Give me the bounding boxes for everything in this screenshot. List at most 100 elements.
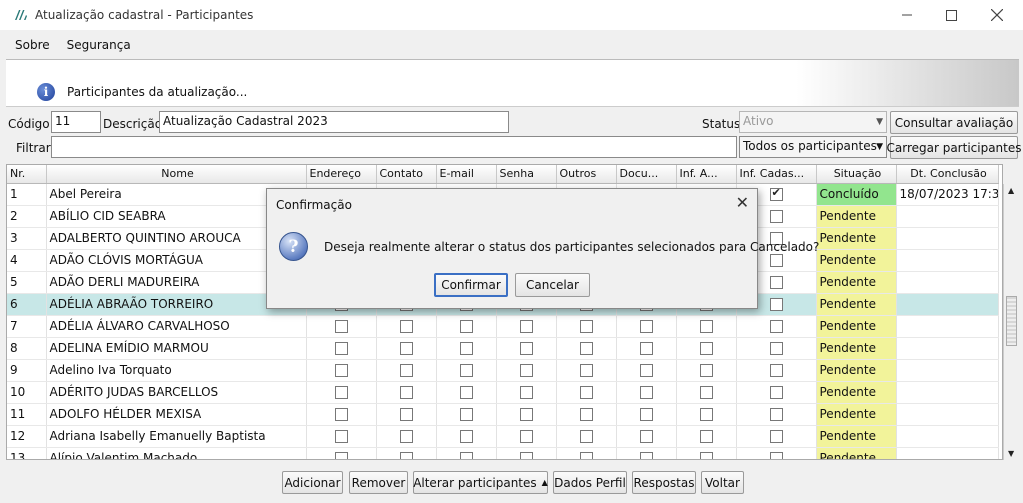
checkbox[interactable]	[399, 342, 413, 355]
checkbox[interactable]	[579, 386, 593, 399]
checkbox[interactable]	[519, 320, 533, 333]
consultar-avaliacao-button[interactable]: Consultar avaliação	[890, 111, 1018, 134]
col-situacao[interactable]: Situação	[816, 165, 897, 184]
checkbox[interactable]	[334, 430, 348, 443]
col-inf-a[interactable]: Inf. A...	[676, 165, 737, 184]
checkbox[interactable]	[769, 210, 783, 223]
checkbox[interactable]	[579, 408, 593, 421]
col-contato[interactable]: Contato	[376, 165, 437, 184]
checkbox[interactable]	[459, 386, 473, 399]
alterar-participantes-button[interactable]: Alterar participantes ▲	[413, 471, 548, 494]
checkbox[interactable]	[639, 386, 653, 399]
checkbox[interactable]	[769, 320, 783, 333]
checkbox[interactable]	[579, 430, 593, 443]
col-documentos[interactable]: Docu...	[616, 165, 677, 184]
filter-input[interactable]	[51, 136, 737, 158]
checkbox[interactable]	[519, 364, 533, 377]
checkbox[interactable]	[459, 364, 473, 377]
scroll-thumb[interactable]	[1006, 296, 1017, 346]
checkbox[interactable]	[579, 320, 593, 333]
participants-filter-combo[interactable]: Todos os participantes ▼	[739, 136, 887, 158]
dialog-close-icon[interactable]: ✕	[736, 193, 749, 212]
cancel-button[interactable]: Cancelar	[515, 273, 590, 297]
col-endereco[interactable]: Endereço	[306, 165, 377, 184]
voltar-button[interactable]: Voltar	[701, 471, 744, 494]
checkbox[interactable]	[769, 298, 783, 311]
status-combo[interactable]: Ativo ▼	[739, 111, 887, 133]
checkbox[interactable]	[399, 364, 413, 377]
checkbox[interactable]	[399, 320, 413, 333]
menu-sobre[interactable]: Sobre	[15, 38, 50, 52]
remover-button[interactable]: Remover	[349, 471, 408, 494]
adicionar-button[interactable]: Adicionar	[282, 471, 343, 494]
maximize-icon[interactable]	[928, 0, 974, 30]
descricao-field[interactable]: Atualização Cadastral 2023	[159, 111, 509, 133]
checkbox[interactable]	[639, 452, 653, 459]
checkbox[interactable]	[769, 254, 783, 267]
checkbox[interactable]	[334, 342, 348, 355]
checkbox[interactable]	[459, 452, 473, 459]
checkbox[interactable]	[334, 364, 348, 377]
carregar-participantes-button[interactable]: Carregar participantes	[886, 136, 1022, 159]
checkbox[interactable]	[639, 320, 653, 333]
vertical-scrollbar[interactable]: ▲ ▼	[1003, 184, 1019, 460]
checkbox[interactable]	[399, 452, 413, 459]
dados-perfil-button[interactable]: Dados Perfil	[553, 471, 627, 494]
checkbox[interactable]	[769, 386, 783, 399]
checkbox[interactable]	[399, 386, 413, 399]
checkbox[interactable]	[334, 408, 348, 421]
col-outros[interactable]: Outros	[556, 165, 617, 184]
checkbox[interactable]	[519, 430, 533, 443]
checkbox[interactable]	[459, 430, 473, 443]
checkbox[interactable]	[769, 430, 783, 443]
checkbox[interactable]	[639, 342, 653, 355]
checkbox[interactable]	[459, 408, 473, 421]
checkbox[interactable]	[699, 386, 713, 399]
checkbox[interactable]	[579, 452, 593, 459]
checkbox[interactable]	[769, 276, 783, 289]
checkbox[interactable]	[769, 342, 783, 355]
checkbox[interactable]	[639, 408, 653, 421]
table-row[interactable]: 12 Adriana Isabelly Emanuelly Baptista Pen…	[7, 425, 999, 448]
col-email[interactable]: E-mail	[436, 165, 497, 184]
checkbox[interactable]	[519, 452, 533, 459]
checkbox[interactable]	[699, 320, 713, 333]
checkbox[interactable]	[334, 320, 348, 333]
col-senha[interactable]: Senha	[496, 165, 557, 184]
checkbox[interactable]	[334, 386, 348, 399]
table-row[interactable]: 11 ADOLFO HÉLDER MEXISA Pendente	[7, 403, 999, 426]
codigo-field[interactable]: 11	[51, 111, 101, 133]
checkbox[interactable]	[399, 430, 413, 443]
checkbox[interactable]	[579, 364, 593, 377]
checkbox[interactable]	[769, 186, 783, 201]
checkbox[interactable]	[699, 452, 713, 459]
minimize-icon[interactable]	[884, 0, 930, 30]
respostas-button[interactable]: Respostas	[632, 471, 696, 494]
table-row[interactable]: 7 ADÉLIA ÁLVARO CARVALHOSO Pendente	[7, 315, 999, 338]
scroll-down-icon[interactable]: ▼	[1008, 449, 1014, 458]
table-row[interactable]: 13 Alípio Valentim Machado Pendente	[7, 447, 999, 459]
menu-seguranca[interactable]: Segurança	[67, 38, 131, 52]
checkbox[interactable]	[459, 320, 473, 333]
checkbox[interactable]	[399, 408, 413, 421]
checkbox[interactable]	[699, 364, 713, 377]
table-row[interactable]: 10 ADÉRITO JUDAS BARCELLOS Pendente	[7, 381, 999, 404]
checkbox[interactable]	[334, 452, 348, 459]
checkbox[interactable]	[519, 386, 533, 399]
col-nome[interactable]: Nome	[46, 165, 307, 184]
close-icon[interactable]	[974, 0, 1020, 30]
confirm-button[interactable]: Confirmar	[434, 273, 508, 297]
checkbox[interactable]	[459, 342, 473, 355]
table-row[interactable]: 9 Adelino Iva Torquato Pendente	[7, 359, 999, 382]
checkbox[interactable]	[769, 408, 783, 421]
checkbox[interactable]	[769, 364, 783, 377]
col-inf-cadastrais[interactable]: Inf. Cadas...	[736, 165, 817, 184]
col-dt-conclusao[interactable]: Dt. Conclusão	[896, 165, 999, 184]
table-row[interactable]: 8 ADELINA EMÍDIO MARMOU Pendente	[7, 337, 999, 360]
checkbox[interactable]	[519, 342, 533, 355]
checkbox[interactable]	[699, 408, 713, 421]
checkbox[interactable]	[699, 430, 713, 443]
checkbox[interactable]	[579, 342, 593, 355]
checkbox[interactable]	[639, 364, 653, 377]
checkbox[interactable]	[699, 342, 713, 355]
